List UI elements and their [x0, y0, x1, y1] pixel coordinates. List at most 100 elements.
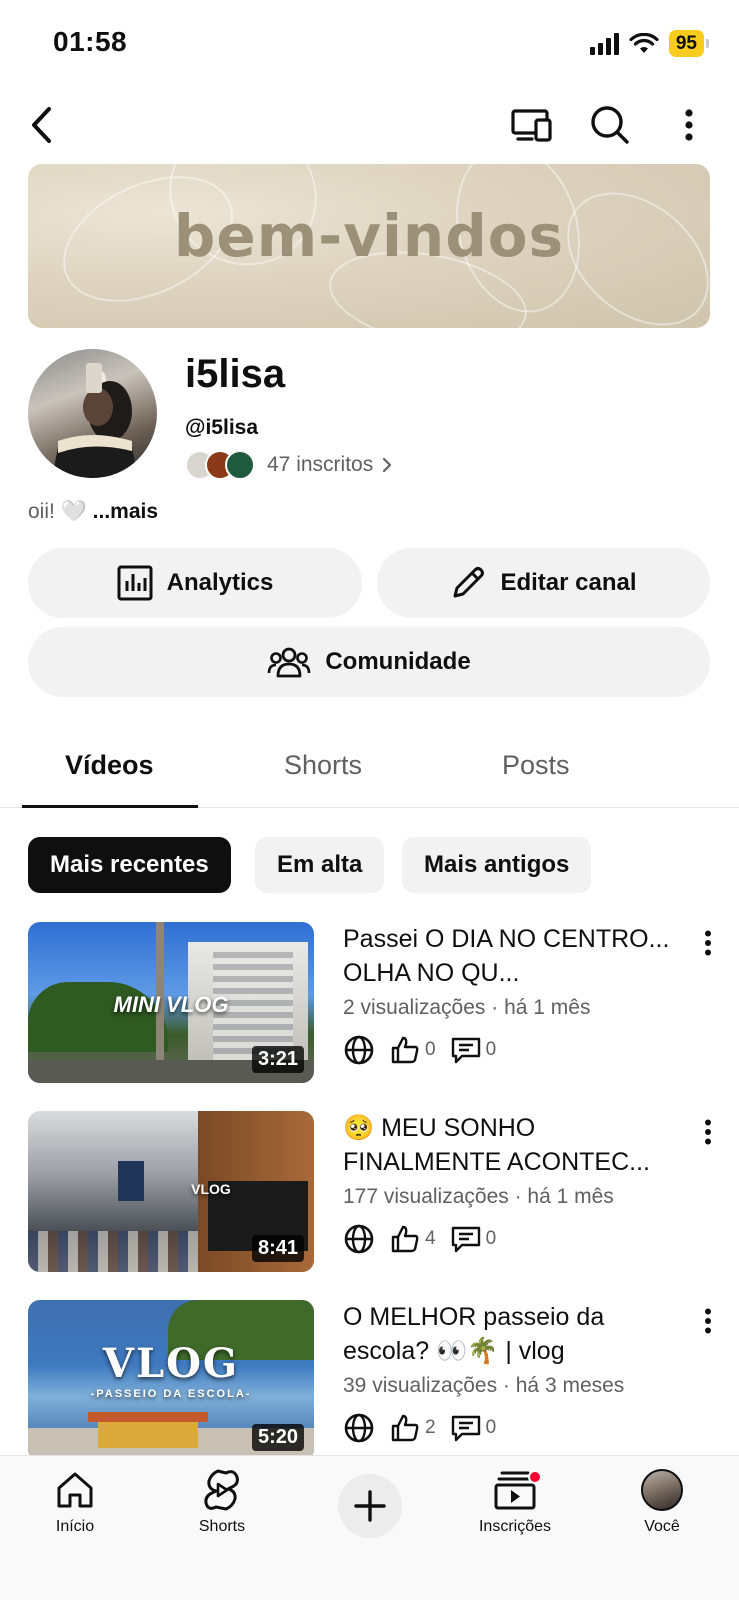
subscriber-avatars	[185, 450, 255, 480]
likes-count: 2	[389, 1412, 436, 1444]
tab-shorts[interactable]: Shorts	[284, 750, 362, 781]
thumbs-up-icon	[391, 1414, 419, 1442]
nav-subscriptions[interactable]: Inscrições	[460, 1468, 570, 1536]
video-meta: 39 visualizações · há 3 meses	[343, 1374, 625, 1397]
subscribers-link[interactable]: 47 inscritos	[185, 450, 395, 480]
thumbnail-subtext: -PASSEIO DA ESCOLA-	[90, 1388, 252, 1400]
comment-icon	[451, 1226, 480, 1253]
search-button[interactable]	[588, 103, 632, 147]
shorts-icon	[204, 1469, 239, 1511]
thumbnail-text: MINI VLOG	[113, 992, 229, 1017]
nav-home-label: Início	[55, 1518, 95, 1535]
video-more-button[interactable]	[696, 1117, 720, 1147]
video-more-button[interactable]	[696, 928, 720, 958]
description-text: oii! 🤍	[28, 500, 87, 523]
video-duration: 3:21	[251, 1046, 304, 1073]
visibility-public	[343, 1412, 375, 1444]
likes-value: 0	[425, 1039, 436, 1060]
comments-value: 0	[485, 1228, 497, 1249]
globe-icon	[344, 1035, 374, 1065]
nav-you-label: Você	[644, 1518, 680, 1535]
tab-videos[interactable]: Vídeos	[65, 750, 154, 781]
chevron-left-icon	[32, 107, 51, 143]
more-vertical-icon	[685, 109, 693, 141]
nav-subscriptions-label: Inscrições	[478, 1518, 552, 1535]
battery-level: 95	[668, 30, 704, 57]
thumbs-up-icon	[391, 1036, 419, 1064]
comment-icon	[451, 1415, 480, 1442]
nav-shorts-label: Shorts	[198, 1518, 246, 1535]
bottom-nav: Início Shorts Inscrições Você	[0, 1455, 739, 1600]
active-tab-indicator	[22, 805, 198, 808]
wifi-icon	[629, 32, 659, 53]
channel-tabs: Vídeos Shorts Posts	[0, 730, 739, 808]
video-thumbnail[interactable]: VLOG 8:41	[28, 1111, 314, 1272]
notification-dot	[528, 1470, 542, 1484]
video-more-button[interactable]	[696, 1306, 720, 1336]
video-title[interactable]: Passei O DIA NO CENTRO... OLHA NO QU...	[343, 922, 688, 990]
likes-count: 4	[389, 1223, 436, 1255]
more-vertical-icon	[705, 930, 711, 956]
edit-channel-label: Editar canal	[500, 569, 637, 596]
video-item[interactable]: MINI VLOG 3:21 Passei O DIA NO CENTRO...…	[28, 922, 718, 1084]
video-duration: 8:41	[251, 1235, 304, 1262]
nav-home[interactable]: Início	[20, 1468, 130, 1536]
globe-icon	[344, 1224, 374, 1254]
top-nav	[0, 95, 739, 155]
plus-icon	[354, 1490, 386, 1522]
battery-indicator: 95	[668, 30, 709, 57]
analytics-button[interactable]: Analytics	[28, 548, 362, 618]
video-thumbnail[interactable]: MINI VLOG 3:21	[28, 922, 314, 1083]
community-icon	[268, 647, 311, 678]
community-label: Comunidade	[325, 648, 471, 675]
comments-count: 0	[450, 1412, 497, 1444]
video-title[interactable]: O MELHOR passeio da escola? 👀🌴 | vlog	[343, 1300, 688, 1368]
globe-icon	[344, 1413, 374, 1443]
home-icon	[57, 1472, 93, 1508]
likes-value: 2	[425, 1417, 436, 1438]
nav-you[interactable]: Você	[607, 1468, 717, 1536]
comment-icon	[451, 1037, 480, 1064]
chip-most-recent[interactable]: Mais recentes	[28, 837, 231, 893]
comments-count: 0	[450, 1223, 497, 1255]
video-title[interactable]: 🥺 MEU SONHO FINALMENTE ACONTEC...	[343, 1111, 688, 1179]
chip-oldest[interactable]: Mais antigos	[402, 837, 592, 893]
status-bar: 01:58 95	[0, 0, 739, 90]
banner-text: bem-vindos	[173, 202, 565, 270]
video-thumbnail[interactable]: VLOG -PASSEIO DA ESCOLA- 5:20	[28, 1300, 314, 1461]
visibility-public	[343, 1034, 375, 1066]
channel-name: i5lisa	[185, 352, 286, 396]
video-stats: 0 0	[343, 1034, 510, 1066]
video-item[interactable]: VLOG -PASSEIO DA ESCOLA- 5:20 O MELHOR p…	[28, 1300, 718, 1462]
tab-posts[interactable]: Posts	[502, 750, 570, 781]
more-options-button[interactable]	[667, 103, 711, 147]
video-item[interactable]: VLOG 8:41 🥺 MEU SONHO FINALMENTE ACONTEC…	[28, 1111, 718, 1273]
pencil-icon	[453, 567, 485, 598]
description-more[interactable]: ...mais	[93, 500, 158, 523]
chip-trending[interactable]: Em alta	[255, 837, 385, 893]
more-vertical-icon	[705, 1308, 711, 1334]
thumbnail-text: VLOG	[191, 1181, 231, 1197]
nav-shorts[interactable]: Shorts	[167, 1468, 277, 1536]
more-vertical-icon	[705, 1119, 711, 1145]
comments-value: 0	[485, 1417, 497, 1438]
comments-value: 0	[485, 1039, 497, 1060]
likes-count: 0	[389, 1034, 436, 1066]
back-button[interactable]	[20, 103, 64, 147]
cast-icon	[511, 109, 552, 142]
thumbnail-text: VLOG	[102, 1340, 240, 1387]
likes-value: 4	[425, 1228, 436, 1249]
subscribers-count: 47 inscritos	[267, 453, 374, 476]
cast-button[interactable]	[509, 103, 553, 147]
thumbs-up-icon	[391, 1225, 419, 1253]
create-button[interactable]	[338, 1474, 402, 1538]
status-time: 01:58	[53, 26, 128, 57]
video-stats: 4 0	[343, 1223, 510, 1255]
status-icons: 95	[589, 30, 709, 57]
channel-description[interactable]: oii! 🤍 ...mais	[28, 500, 158, 524]
channel-avatar[interactable]	[28, 349, 157, 478]
edit-channel-button[interactable]: Editar canal	[377, 548, 710, 618]
analytics-icon	[117, 565, 153, 601]
video-stats: 2 0	[343, 1412, 510, 1444]
community-button[interactable]: Comunidade	[28, 627, 710, 697]
